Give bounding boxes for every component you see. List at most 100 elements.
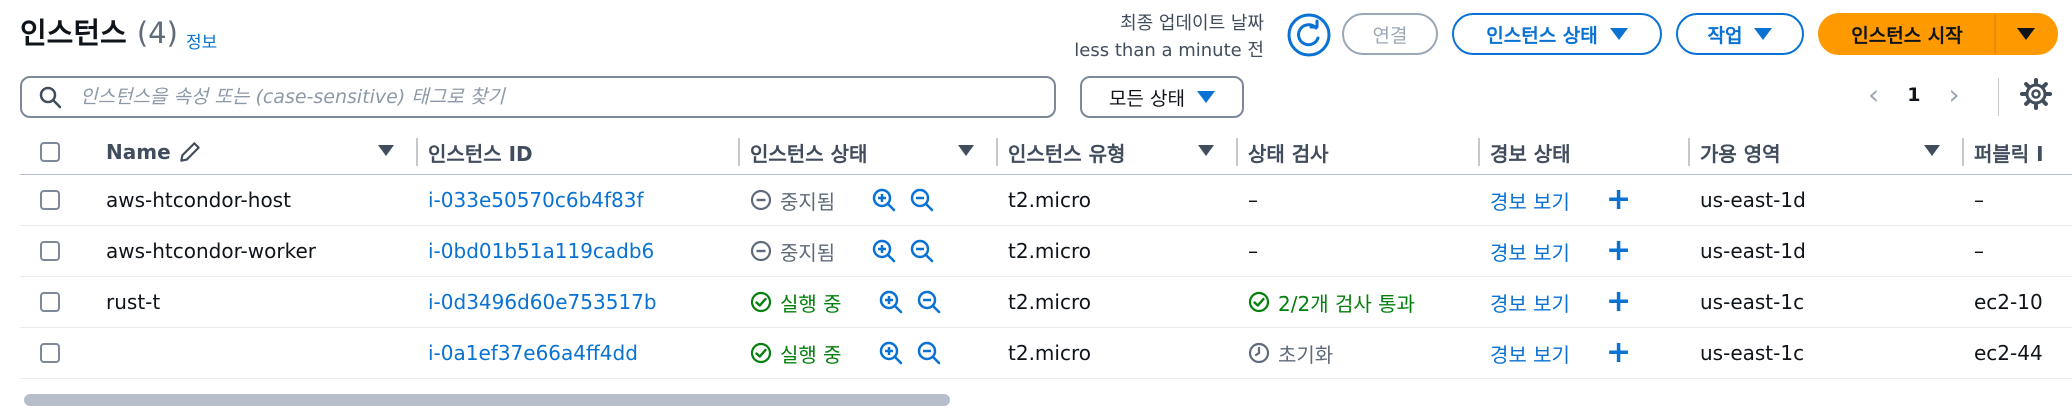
table-row[interactable]: aws-htcondor-host i-033e50570c6b4f83f 중지됨 t… xyxy=(20,174,2072,226)
table-settings-button[interactable] xyxy=(2016,74,2056,114)
column-header-instance-type[interactable]: 인스턴스 유형 xyxy=(998,130,1238,175)
launch-dropdown-toggle[interactable] xyxy=(1994,15,2056,53)
refresh-icon xyxy=(1287,13,1331,57)
column-id-label: 인스턴스 ID xyxy=(428,141,533,166)
connect-button[interactable]: 연결 xyxy=(1342,13,1438,55)
view-alarms-link[interactable]: 경보 보기 xyxy=(1490,288,1570,317)
stopped-icon xyxy=(750,189,772,211)
sort-icon[interactable] xyxy=(1198,145,1214,156)
add-alarm-icon[interactable]: + xyxy=(1606,338,1631,368)
zoom-in-icon[interactable] xyxy=(878,289,904,315)
add-alarm-icon[interactable]: + xyxy=(1606,236,1631,266)
sort-icon[interactable] xyxy=(958,145,974,156)
zoom-in-icon[interactable] xyxy=(871,238,897,264)
availability-zone-cell: us-east-1c xyxy=(1690,276,1964,328)
instance-type-cell: t2.micro xyxy=(998,174,1238,226)
sort-icon[interactable] xyxy=(1924,145,1940,156)
actions-button[interactable]: 작업 xyxy=(1676,13,1804,55)
search-input[interactable] xyxy=(78,85,1054,109)
refresh-button[interactable] xyxy=(1286,12,1332,58)
public-dns-cell: – xyxy=(1964,174,2072,226)
row-checkbox[interactable] xyxy=(40,241,60,261)
search-box xyxy=(20,76,1056,118)
instance-name-cell xyxy=(96,327,418,379)
add-alarm-icon[interactable]: + xyxy=(1606,287,1631,317)
availability-zone: us-east-1c xyxy=(1700,290,1805,314)
prev-page-button[interactable]: ‹ xyxy=(1868,78,1879,111)
page-title-text: 인스턴스 xyxy=(20,16,127,50)
status-check-text: – xyxy=(1248,239,1258,263)
search-icon xyxy=(39,86,62,109)
instance-type-cell: t2.micro xyxy=(998,276,1238,328)
select-all-checkbox[interactable] xyxy=(40,142,60,162)
view-alarms-link[interactable]: 경보 보기 xyxy=(1490,186,1570,215)
zoom-in-icon[interactable] xyxy=(871,187,897,213)
status-check-cell: 2/2개 검사 통과 xyxy=(1238,276,1480,328)
launch-instances-button[interactable]: 인스턴스 시작 xyxy=(1818,13,2058,55)
column-az-label: 가용 영역 xyxy=(1700,141,1781,166)
state-filter-select[interactable]: 모든 상태 xyxy=(1080,76,1244,118)
horizontal-scrollbar-thumb[interactable] xyxy=(24,394,950,406)
row-checkbox[interactable] xyxy=(40,292,60,312)
table-header-row: Name 인스턴스 ID 인스턴스 상태 인스턴스 유형 상태 검사 경보 상태… xyxy=(20,130,2072,175)
instance-state-cell: 실행 중 xyxy=(740,327,998,379)
table-row[interactable]: i-0a1ef37e66a4ff4dd 실행 중 t2.micro 초기화 경보 보기 +… xyxy=(20,327,2072,379)
add-alarm-icon[interactable]: + xyxy=(1606,185,1631,215)
row-checkbox[interactable] xyxy=(40,343,60,363)
instance-type: t2.micro xyxy=(1008,290,1091,314)
availability-zone: us-east-1d xyxy=(1700,188,1806,212)
table-row[interactable]: rust-t i-0d3496d60e753517b 실행 중 t2.micro 2/2… xyxy=(20,276,2072,328)
caret-down-icon xyxy=(1754,28,1773,40)
column-header-name[interactable]: Name xyxy=(96,130,418,175)
row-select-cell xyxy=(20,174,96,226)
public-dns-cell: – xyxy=(1964,225,2072,277)
info-link[interactable]: 정보 xyxy=(186,28,217,53)
view-alarms-link[interactable]: 경보 보기 xyxy=(1490,237,1570,266)
column-header-instance-state[interactable]: 인스턴스 상태 xyxy=(740,130,998,175)
zoom-out-icon[interactable] xyxy=(909,187,935,213)
public-dns: – xyxy=(1974,239,1984,263)
instance-state-button[interactable]: 인스턴스 상태 xyxy=(1452,13,1662,55)
column-header-alarm-status[interactable]: 경보 상태 xyxy=(1480,130,1690,175)
current-page[interactable]: 1 xyxy=(1907,84,1920,106)
instance-id-link[interactable]: i-0d3496d60e753517b xyxy=(428,290,657,314)
zoom-out-icon[interactable] xyxy=(916,340,942,366)
status-check-cell: 초기화 xyxy=(1238,327,1480,379)
caret-down-icon xyxy=(2017,28,2035,40)
clock-icon xyxy=(1248,342,1270,364)
status-check-text: 초기화 xyxy=(1278,342,1334,367)
zoom-out-icon[interactable] xyxy=(916,289,942,315)
actions-label: 작업 xyxy=(1707,24,1743,47)
availability-zone-cell: us-east-1d xyxy=(1690,174,1964,226)
availability-zone: us-east-1c xyxy=(1700,341,1805,365)
sort-icon[interactable] xyxy=(378,145,394,156)
alarm-status-cell: 경보 보기 + xyxy=(1480,327,1690,379)
row-select-cell xyxy=(20,225,96,277)
instance-id-link[interactable]: i-0bd01b51a119cadb6 xyxy=(428,239,654,263)
instance-state-text: 중지됨 xyxy=(780,240,836,265)
column-header-instance-id[interactable]: 인스턴스 ID xyxy=(418,130,740,175)
instance-name-cell: rust-t xyxy=(96,276,418,328)
column-header-availability-zone[interactable]: 가용 영역 xyxy=(1690,130,1964,175)
column-header-status-check[interactable]: 상태 검사 xyxy=(1238,130,1480,175)
view-alarms-link[interactable]: 경보 보기 xyxy=(1490,339,1570,368)
instance-state-cell: 실행 중 xyxy=(740,276,998,328)
zoom-in-icon[interactable] xyxy=(878,340,904,366)
table-row[interactable]: aws-htcondor-worker i-0bd01b51a119cadb6 중지… xyxy=(20,225,2072,277)
caret-down-icon xyxy=(1609,28,1628,40)
zoom-out-icon[interactable] xyxy=(909,238,935,264)
next-page-button[interactable]: › xyxy=(1948,78,1959,111)
column-alarm-label: 경보 상태 xyxy=(1490,141,1571,166)
instance-state-text: 실행 중 xyxy=(780,342,842,367)
instance-name-cell: aws-htcondor-worker xyxy=(96,225,418,277)
row-checkbox[interactable] xyxy=(40,190,60,210)
column-name-label: Name xyxy=(106,140,171,164)
instance-type: t2.micro xyxy=(1008,341,1091,365)
launch-instances-label: 인스턴스 시작 xyxy=(1851,24,1963,47)
column-header-public-ip[interactable]: 퍼블릭 I xyxy=(1964,130,2072,175)
instance-id-link[interactable]: i-0a1ef37e66a4ff4dd xyxy=(428,341,638,365)
instance-state-label: 인스턴스 상태 xyxy=(1486,24,1598,47)
instance-id-cell: i-0d3496d60e753517b xyxy=(418,276,740,328)
instance-state-text: 실행 중 xyxy=(780,291,842,316)
instance-id-link[interactable]: i-033e50570c6b4f83f xyxy=(428,188,644,212)
